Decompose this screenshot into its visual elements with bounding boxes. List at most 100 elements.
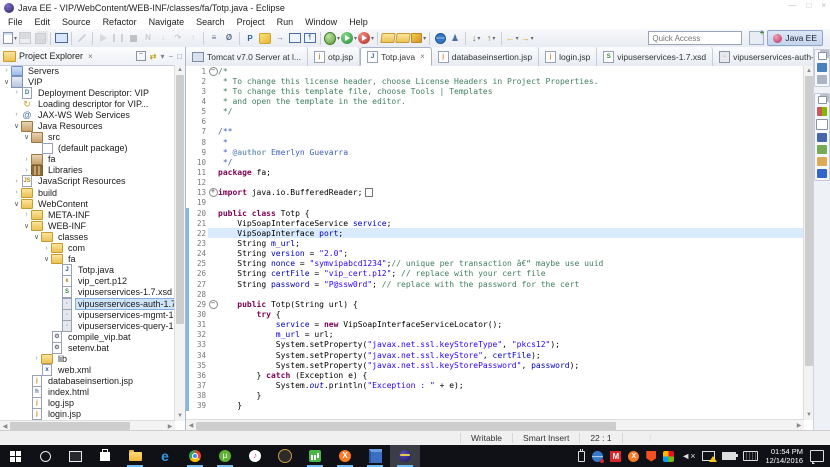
quick-access-input[interactable] bbox=[648, 31, 743, 45]
step-into-button[interactable]: ↓ bbox=[156, 31, 170, 46]
volume-muted-tray-icon[interactable]: ◄× bbox=[681, 451, 695, 462]
tree-item-deployment-descriptor-vip[interactable]: › D Deployment Descriptor: VIP bbox=[0, 86, 175, 99]
suspend-button[interactable] bbox=[111, 31, 125, 46]
tree-item-loading-descriptor-for-vip...[interactable]: ↻ Loading descriptor for VIP... bbox=[0, 98, 175, 109]
editor-tab-vipuserservices-1.7.xsd[interactable]: Svipuserservices-1.7.xsd bbox=[597, 47, 714, 66]
search-button[interactable] bbox=[75, 31, 89, 46]
action-center-button[interactable] bbox=[810, 450, 824, 464]
forward-button[interactable]: → ▾ bbox=[520, 31, 534, 46]
touch-keyboard-tray-icon[interactable] bbox=[743, 451, 759, 461]
open-file-button[interactable] bbox=[380, 31, 396, 46]
network-warning-tray-icon[interactable] bbox=[702, 451, 718, 462]
usb-tray-icon[interactable] bbox=[578, 448, 586, 462]
highlight-button[interactable] bbox=[258, 31, 272, 46]
collapse-arrow-icon[interactable]: ∨ bbox=[42, 255, 51, 263]
expand-arrow-icon[interactable]: › bbox=[2, 67, 11, 74]
window-maximize-button[interactable]: □ bbox=[806, 1, 811, 10]
collapse-arrow-icon[interactable]: ∨ bbox=[12, 200, 21, 208]
markers-view-icon[interactable] bbox=[817, 107, 827, 116]
tree-item-databaseinsertion.jsp[interactable]: j databaseinsertion.jsp bbox=[0, 375, 175, 388]
tree-item-lib[interactable]: › lib bbox=[0, 353, 175, 364]
collapse-arrow-icon[interactable]: ∨ bbox=[2, 78, 11, 86]
import-war-button[interactable]: ↓ ▾ bbox=[469, 31, 483, 46]
menu-window[interactable]: Window bbox=[299, 17, 343, 27]
scroll-down-arrow[interactable]: ▼ bbox=[175, 411, 185, 421]
menu-search[interactable]: Search bbox=[190, 17, 231, 27]
snippets-view-icon[interactable] bbox=[817, 157, 827, 166]
tree-item-vipuserservices-1.7.xsd[interactable]: Svipuserservices-1.7.xsd bbox=[0, 286, 175, 299]
tree-item-fa[interactable]: ∨ fa bbox=[0, 254, 175, 265]
tree-item--default-package-[interactable]: (default package) bbox=[0, 142, 175, 154]
chevron-down-icon[interactable]: ▾ bbox=[531, 35, 534, 42]
color-palette-button[interactable]: ▾ bbox=[411, 31, 426, 46]
back-button[interactable]: ← ▾ bbox=[505, 31, 519, 46]
next-annotation-button[interactable]: → bbox=[273, 31, 287, 46]
expand-arrow-icon[interactable]: › bbox=[32, 355, 41, 362]
terminate-button[interactable] bbox=[126, 31, 140, 46]
battery-tray-icon[interactable] bbox=[722, 452, 739, 460]
editor-tab-totp.java[interactable]: J Totp.java × bbox=[360, 47, 432, 66]
menu-run[interactable]: Run bbox=[271, 17, 300, 27]
export-war-button[interactable]: ↑ ▾ bbox=[484, 31, 498, 46]
close-icon[interactable]: × bbox=[88, 52, 93, 61]
close-icon[interactable]: × bbox=[420, 52, 425, 61]
tree-item-servers[interactable]: › Servers bbox=[0, 65, 175, 76]
chevron-down-icon[interactable]: ▾ bbox=[516, 35, 519, 42]
tree-item-com[interactable]: › com bbox=[0, 243, 175, 254]
audio-app[interactable] bbox=[270, 445, 300, 467]
tree-item-login.jsp[interactable]: j login.jsp bbox=[0, 408, 175, 421]
menu-help[interactable]: Help bbox=[343, 17, 374, 27]
editor-tab-tomcat-v7.0-server-at-l...[interactable]: Tomcat v7.0 Server at l... bbox=[186, 47, 309, 66]
folded-region-icon[interactable] bbox=[364, 188, 373, 198]
show-pilcrow-button[interactable]: ¶ bbox=[303, 31, 317, 46]
editor-tab-otp.jsp[interactable]: j otp.jsp bbox=[308, 47, 361, 66]
tree-item-libraries[interactable]: › Libraries bbox=[0, 164, 175, 176]
utorrent-app[interactable]: µ bbox=[210, 445, 240, 467]
mark-occurrences-button[interactable]: ≡ bbox=[207, 31, 221, 46]
window-minimize-button[interactable]: — bbox=[788, 1, 796, 10]
open-perspective-button[interactable] bbox=[749, 28, 765, 45]
project-explorer-tab[interactable]: Project Explorer × bbox=[3, 50, 93, 62]
outline-view-icon[interactable] bbox=[817, 63, 827, 72]
tree-item-webcontent[interactable]: ∨ WebContent bbox=[0, 198, 175, 209]
fold-collapse-icon[interactable]: − bbox=[208, 299, 218, 309]
defender-tray-icon[interactable] bbox=[663, 450, 675, 462]
resume-button[interactable] bbox=[96, 31, 110, 46]
web-browser-button[interactable] bbox=[433, 31, 447, 46]
restore-views-icon[interactable] bbox=[817, 96, 827, 104]
tree-item-build[interactable]: › build bbox=[0, 187, 175, 198]
expand-arrow-icon[interactable]: › bbox=[22, 211, 31, 218]
tree-item-fa[interactable]: › fa bbox=[0, 153, 175, 165]
expand-arrow-icon[interactable]: › bbox=[42, 245, 51, 252]
show-whitespace-button[interactable] bbox=[288, 31, 302, 46]
tree-item-meta-inf[interactable]: › META-INF bbox=[0, 209, 175, 220]
java-ee-perspective-button[interactable]: Java EE bbox=[767, 30, 823, 46]
save-all-button[interactable] bbox=[33, 31, 47, 46]
task-view-button[interactable] bbox=[60, 445, 90, 467]
chevron-down-icon[interactable]: ▾ bbox=[423, 35, 426, 42]
menu-edit[interactable]: Edit bbox=[29, 17, 57, 27]
chevron-down-icon[interactable]: ▾ bbox=[477, 35, 480, 42]
file-explorer-app[interactable] bbox=[120, 445, 150, 467]
network-tool-tray-icon[interactable] bbox=[592, 450, 605, 463]
disconnect-button[interactable]: N bbox=[141, 31, 155, 46]
scroll-up-arrow[interactable]: ▲ bbox=[175, 65, 185, 75]
debug-button[interactable]: ▾ bbox=[324, 31, 340, 46]
collapse-arrow-icon[interactable]: ∨ bbox=[22, 222, 31, 230]
shareit-app[interactable] bbox=[300, 445, 330, 467]
windows-store-app[interactable] bbox=[90, 445, 120, 467]
chevron-down-icon[interactable]: ▾ bbox=[371, 35, 374, 42]
tree-item-vipuserservices-mgmt-1[interactable]: ◦ vipuserservices-mgmt-1 bbox=[0, 308, 175, 321]
properties-view-icon[interactable] bbox=[816, 119, 828, 130]
editor-tab-login.jsp[interactable]: j login.jsp bbox=[539, 47, 598, 66]
console-view-icon[interactable] bbox=[817, 169, 827, 178]
task-list-view-icon[interactable] bbox=[817, 75, 827, 84]
open-search-dialog-button[interactable]: Ø bbox=[222, 31, 236, 46]
itunes-app[interactable]: ♪ bbox=[240, 445, 270, 467]
tree-item-web-inf[interactable]: ∨ WEB-INF bbox=[0, 220, 175, 231]
expand-arrow-icon[interactable]: › bbox=[12, 89, 21, 96]
menu-file[interactable]: File bbox=[2, 17, 29, 27]
menu-project[interactable]: Project bbox=[231, 17, 271, 27]
tree-item-vipuserservices-auth-1.7[interactable]: ◦ vipuserservices-auth-1.7 bbox=[0, 297, 175, 310]
editor-tab-databaseinsertion.jsp[interactable]: j databaseinsertion.jsp bbox=[431, 47, 540, 66]
